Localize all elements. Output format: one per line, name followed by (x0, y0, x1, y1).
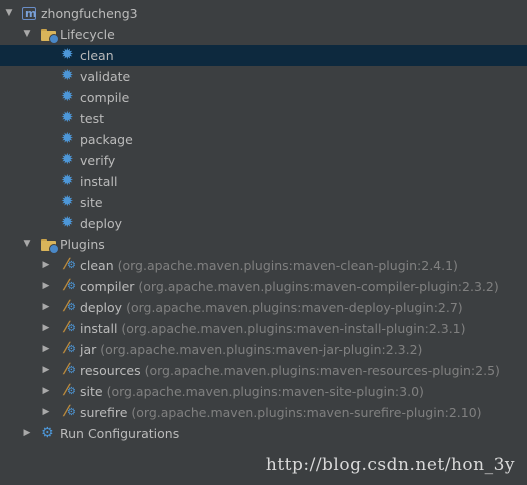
goal-gear-icon (61, 191, 75, 212)
goal-gear-icon (61, 128, 75, 149)
plugin-icon (61, 300, 76, 315)
plugin-coordinates: (org.apache.maven.plugins:maven-surefire… (131, 405, 482, 420)
goal-label: validate (80, 69, 131, 84)
plugin-label: compiler (org.apache.maven.plugins:maven… (80, 276, 499, 297)
maven-module-icon (22, 3, 36, 24)
plugin-icon (61, 342, 76, 357)
plugin-name: resources (80, 363, 141, 378)
plugin-coordinates: (org.apache.maven.plugins:maven-resource… (144, 363, 500, 378)
plugin-coordinates: (org.apache.maven.plugins:maven-clean-pl… (117, 258, 458, 273)
collapse-arrow-icon[interactable]: ▶ (40, 276, 52, 297)
plugin-coordinates: (org.apache.maven.plugins:maven-install-… (121, 321, 466, 336)
plugin-name: deploy (80, 300, 123, 315)
plugin-label: install (org.apache.maven.plugins:maven-… (80, 318, 466, 339)
expand-arrow-icon[interactable]: ▼ (3, 3, 15, 24)
plugin-item-surefire[interactable]: ▶ surefire (org.apache.maven.plugins:mave… (0, 402, 527, 423)
goal-label: compile (80, 90, 130, 105)
plugin-label: resources (org.apache.maven.plugins:mave… (80, 360, 500, 381)
lifecycle-folder-icon (41, 29, 59, 44)
project-name: zhongfucheng3 (41, 6, 138, 21)
plugin-name: clean (80, 258, 114, 273)
plugin-name: surefire (80, 405, 128, 420)
goal-gear-icon (61, 170, 75, 191)
goal-label: clean (80, 48, 114, 63)
plugin-item-resources[interactable]: ▶ resources (org.apache.maven.plugins:mav… (0, 360, 527, 381)
plugin-label: jar (org.apache.maven.plugins:maven-jar-… (80, 339, 422, 360)
collapse-arrow-icon[interactable]: ▶ (40, 402, 52, 423)
plugin-icon (61, 405, 76, 420)
goal-label: deploy (80, 216, 123, 231)
collapse-arrow-icon[interactable]: ▶ (21, 423, 33, 444)
tree-node-lifecycle[interactable]: ▼ Lifecycle (0, 24, 527, 45)
plugin-coordinates: (org.apache.maven.plugins:maven-compiler… (138, 279, 499, 294)
plugin-name: install (80, 321, 118, 336)
goal-gear-icon (61, 65, 75, 86)
plugin-coordinates: (org.apache.maven.plugins:maven-deploy-p… (126, 300, 463, 315)
watermark: http://blog.csdn.net/hon_3y (265, 455, 515, 475)
goal-gear-icon (61, 86, 75, 107)
tree-node-plugins[interactable]: ▼ Plugins (0, 234, 527, 255)
lifecycle-goal-compile[interactable]: compile (0, 86, 527, 108)
plugin-name: compiler (80, 279, 135, 294)
plugin-item-jar[interactable]: ▶ jar (org.apache.maven.plugins:maven-jar… (0, 339, 527, 360)
plugin-icon (61, 384, 76, 399)
lifecycle-goal-deploy[interactable]: deploy (0, 212, 527, 234)
plugins-list: ▶ clean (org.apache.maven.plugins:maven-c… (0, 255, 527, 423)
lifecycle-goal-validate[interactable]: validate (0, 65, 527, 87)
goal-label: verify (80, 153, 116, 168)
plugin-icon (61, 321, 76, 336)
plugin-name: site (80, 384, 103, 399)
run-configurations-icon (41, 424, 55, 442)
plugin-icon (61, 258, 76, 273)
plugin-coordinates: (org.apache.maven.plugins:maven-site-plu… (106, 384, 424, 399)
lifecycle-goal-package[interactable]: package (0, 128, 527, 150)
plugin-name: jar (80, 342, 97, 357)
plugin-label: site (org.apache.maven.plugins:maven-sit… (80, 381, 424, 402)
lifecycle-goal-install[interactable]: install (0, 170, 527, 192)
lifecycle-goals-list: clean validate compile test package verify ins… (0, 44, 527, 234)
plugin-item-site[interactable]: ▶ site (org.apache.maven.plugins:maven-si… (0, 381, 527, 402)
plugin-item-deploy[interactable]: ▶ deploy (org.apache.maven.plugins:maven-… (0, 297, 527, 318)
plugin-item-clean[interactable]: ▶ clean (org.apache.maven.plugins:maven-c… (0, 255, 527, 276)
plugin-item-install[interactable]: ▶ install (org.apache.maven.plugins:maven… (0, 318, 527, 339)
goal-gear-icon (61, 44, 75, 65)
plugin-icon (61, 279, 76, 294)
lifecycle-goal-test[interactable]: test (0, 107, 527, 129)
goal-gear-icon (61, 107, 75, 128)
plugins-label: Plugins (60, 237, 105, 252)
goal-label: package (80, 132, 133, 147)
expand-arrow-icon[interactable]: ▼ (21, 24, 33, 45)
collapse-arrow-icon[interactable]: ▶ (40, 381, 52, 402)
lifecycle-goal-clean[interactable]: clean (0, 44, 527, 66)
plugin-coordinates: (org.apache.maven.plugins:maven-jar-plug… (100, 342, 423, 357)
goal-gear-icon (61, 212, 75, 233)
maven-projects-tree: ▼ zhongfucheng3 ▼ Lifecycle clean validat… (0, 0, 527, 444)
plugin-label: clean (org.apache.maven.plugins:maven-cl… (80, 255, 458, 276)
goal-gear-icon (61, 149, 75, 170)
plugin-label: deploy (org.apache.maven.plugins:maven-d… (80, 297, 463, 318)
plugin-label: surefire (org.apache.maven.plugins:maven… (80, 402, 482, 423)
collapse-arrow-icon[interactable]: ▶ (40, 255, 52, 276)
tree-node-run-configurations[interactable]: ▶ Run Configurations (0, 423, 527, 444)
expand-arrow-icon[interactable]: ▼ (21, 234, 33, 255)
goal-label: install (80, 174, 118, 189)
lifecycle-label: Lifecycle (60, 27, 115, 42)
run-configurations-label: Run Configurations (60, 426, 180, 441)
collapse-arrow-icon[interactable]: ▶ (40, 297, 52, 318)
collapse-arrow-icon[interactable]: ▶ (40, 318, 52, 339)
goal-label: test (80, 111, 105, 126)
goal-label: site (80, 195, 103, 210)
lifecycle-goal-site[interactable]: site (0, 191, 527, 213)
plugin-item-compiler[interactable]: ▶ compiler (org.apache.maven.plugins:mave… (0, 276, 527, 297)
collapse-arrow-icon[interactable]: ▶ (40, 360, 52, 381)
plugin-icon (61, 363, 76, 378)
collapse-arrow-icon[interactable]: ▶ (40, 339, 52, 360)
plugins-folder-icon (41, 239, 59, 254)
lifecycle-goal-verify[interactable]: verify (0, 149, 527, 171)
tree-node-project[interactable]: ▼ zhongfucheng3 (0, 3, 527, 24)
